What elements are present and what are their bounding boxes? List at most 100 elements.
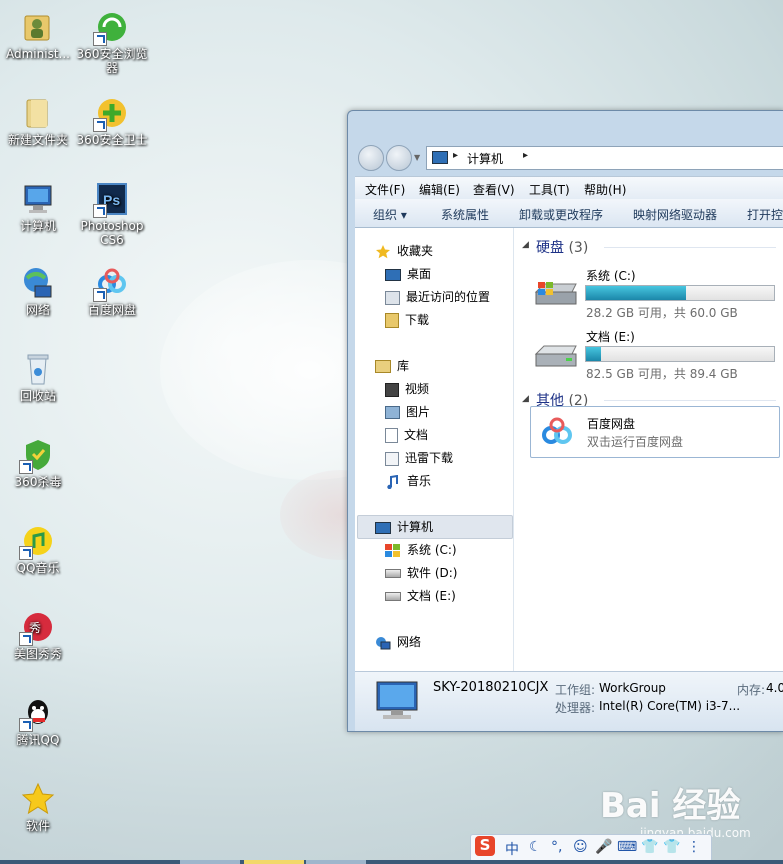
desktop-icon-qq[interactable]: 腾讯QQ bbox=[0, 696, 76, 747]
back-button[interactable] bbox=[358, 145, 384, 171]
workgroup-label: 工作组: bbox=[555, 683, 596, 697]
desktop-icon-baidu-netdisk[interactable]: 百度网盘 bbox=[74, 266, 150, 317]
desktop-icon-photoshop[interactable]: Ps Photoshop CS6 bbox=[74, 182, 150, 247]
downloads-folder-icon bbox=[385, 313, 399, 328]
nav-favorites[interactable]: 收藏夹 bbox=[375, 242, 433, 262]
computer-icon bbox=[373, 680, 421, 725]
emoji-icon[interactable]: ☺ bbox=[573, 839, 588, 855]
microphone-icon[interactable]: 🎤 bbox=[595, 839, 612, 855]
nav-item-videos[interactable]: 视频 bbox=[385, 380, 429, 400]
favorites-star-icon bbox=[375, 244, 391, 259]
desktop-icon-meitu[interactable]: 秀 美图秀秀 bbox=[0, 610, 76, 661]
nav-libraries[interactable]: 库 bbox=[375, 357, 409, 377]
desktop-icon-360-browser[interactable]: 360安全浏览器 bbox=[74, 10, 150, 75]
desktop-icon-computer[interactable]: 计算机 bbox=[0, 182, 76, 233]
menu-tools[interactable]: 工具(T) bbox=[529, 181, 570, 198]
desktop-icon-label: 回收站 bbox=[19, 389, 56, 403]
toolbox-icon[interactable]: ⋮ bbox=[687, 839, 701, 855]
desktop-icon-360-antivirus[interactable]: 360杀毒 bbox=[0, 438, 76, 489]
group-divider bbox=[604, 400, 776, 401]
nav-item-label: 文档 bbox=[404, 428, 429, 442]
drive-space-info: 28.2 GB 可用，共 60.0 GB bbox=[586, 306, 738, 320]
shirt-icon[interactable]: 👕 bbox=[663, 839, 680, 855]
shortcut-arrow-icon bbox=[19, 718, 33, 732]
drive-space-info: 82.5 GB 可用，共 89.4 GB bbox=[586, 367, 738, 381]
menu-view[interactable]: 查看(V) bbox=[473, 181, 515, 198]
nav-item-documents[interactable]: 文档 bbox=[385, 426, 428, 446]
nav-item-drive-c[interactable]: 系统 (C:) bbox=[385, 541, 457, 561]
nav-item-label: 系统 (C:) bbox=[407, 543, 457, 557]
organize-button[interactable]: 组织 ▾ bbox=[373, 206, 407, 223]
desktop-icon-recycle-bin[interactable]: 回收站 bbox=[0, 352, 76, 403]
nav-network[interactable]: 网络 bbox=[375, 633, 421, 653]
nav-item-drive-d[interactable]: 软件 (D:) bbox=[385, 564, 457, 584]
forward-button[interactable] bbox=[386, 145, 412, 171]
workgroup-value: WorkGroup bbox=[599, 681, 666, 695]
uninstall-program-button[interactable]: 卸载或更改程序 bbox=[519, 206, 603, 223]
hard-drive-icon bbox=[385, 592, 401, 601]
nav-item-desktop[interactable]: 桌面 bbox=[385, 265, 431, 285]
group-divider bbox=[604, 247, 776, 248]
desktop-icon-label: 美图秀秀 bbox=[13, 647, 62, 661]
desktop-icon-new-folder[interactable]: 新建文件夹 bbox=[0, 96, 76, 147]
nav-item-label: 图片 bbox=[406, 405, 431, 419]
user-folder-icon bbox=[21, 10, 55, 44]
shortcut-arrow-icon bbox=[19, 632, 33, 646]
desktop-icon-network[interactable]: 网络 bbox=[0, 266, 76, 317]
windows-drive-icon bbox=[385, 543, 401, 558]
qq-icon bbox=[19, 696, 55, 732]
menu-edit[interactable]: 编辑(E) bbox=[419, 181, 460, 198]
collapse-other-icon[interactable]: ◢ bbox=[522, 394, 529, 404]
address-bar[interactable]: ▸ 计算机 ▸ bbox=[426, 146, 783, 170]
sogou-logo-icon[interactable]: S bbox=[475, 836, 495, 856]
nav-item-label: 视频 bbox=[405, 382, 430, 396]
desktop-icon-360-guard[interactable]: 360安全卫士 bbox=[74, 96, 150, 147]
punctuation-icon[interactable]: °, bbox=[551, 839, 562, 855]
recent-pages-dropdown-icon[interactable]: ▼ bbox=[414, 153, 420, 162]
baidu-jingyan-watermark: Bai 经验 bbox=[600, 786, 741, 826]
open-control-panel-button[interactable]: 打开控 bbox=[747, 206, 783, 223]
taskbar-button-active[interactable] bbox=[244, 860, 304, 864]
drive-usage-bar bbox=[585, 346, 775, 362]
desktop-icon-label: 腾讯QQ bbox=[16, 733, 60, 747]
nav-item-downloads[interactable]: 下载 bbox=[385, 311, 429, 331]
documents-library-icon bbox=[385, 428, 398, 443]
taskbar-button[interactable] bbox=[180, 860, 240, 864]
group-title: 硬盘 bbox=[536, 240, 564, 256]
collapse-disks-icon[interactable]: ◢ bbox=[522, 240, 529, 250]
item-description: 双击运行百度网盘 bbox=[587, 435, 684, 449]
baidu-netdisk-item[interactable]: 百度网盘 双击运行百度网盘 bbox=[530, 406, 780, 458]
breadcrumb-separator[interactable]: ▸ bbox=[453, 150, 458, 161]
system-properties-button[interactable]: 系统属性 bbox=[441, 206, 489, 223]
nav-item-drive-e[interactable]: 文档 (E:) bbox=[385, 587, 456, 607]
shortcut-arrow-icon bbox=[93, 118, 107, 132]
nav-item-label: 音乐 bbox=[407, 474, 432, 488]
computer-icon bbox=[21, 182, 55, 216]
nav-computer[interactable]: 计算机 bbox=[375, 518, 433, 538]
ime-language-toggle[interactable]: 中 bbox=[505, 839, 519, 859]
group-header-disks[interactable]: 硬盘 (3) bbox=[536, 237, 588, 257]
nav-item-music[interactable]: 音乐 bbox=[385, 472, 431, 492]
map-network-drive-button[interactable]: 映射网络驱动器 bbox=[633, 206, 717, 223]
explorer-window[interactable]: ▼ ▸ 计算机 ▸ 文件(F) 编辑(E) 查看(V) 工具(T) 帮助(H) … bbox=[347, 110, 783, 732]
desktop-icon-software[interactable]: 软件 bbox=[0, 782, 76, 833]
breadcrumb-separator[interactable]: ▸ bbox=[523, 150, 528, 161]
breadcrumb-computer[interactable]: 计算机 bbox=[467, 150, 503, 167]
desktop-icon-administrator[interactable]: Administ... bbox=[0, 10, 76, 61]
nav-item-thunder-downloads[interactable]: 迅雷下载 bbox=[385, 449, 453, 469]
menu-help[interactable]: 帮助(H) bbox=[584, 181, 626, 198]
drive-usage-fill bbox=[586, 286, 686, 300]
desktop-icon-qq-music[interactable]: QQ音乐 bbox=[0, 524, 76, 575]
taskbar-button[interactable] bbox=[306, 860, 366, 864]
baidu-netdisk-icon bbox=[539, 415, 575, 452]
nav-item-recent-places[interactable]: 最近访问的位置 bbox=[385, 288, 490, 308]
skin-icon[interactable]: 👕 bbox=[641, 839, 658, 855]
menu-file[interactable]: 文件(F) bbox=[365, 181, 405, 198]
keyboard-icon[interactable]: ⌨ bbox=[617, 839, 637, 855]
nav-network-label: 网络 bbox=[397, 635, 422, 649]
nav-item-pictures[interactable]: 图片 bbox=[385, 403, 430, 423]
drive-usage-bar bbox=[585, 285, 775, 301]
shortcut-arrow-icon bbox=[19, 460, 33, 474]
moon-icon[interactable]: ☾ bbox=[529, 839, 542, 855]
cpu-value: Intel(R) Core(TM) i3-7... bbox=[599, 699, 741, 713]
